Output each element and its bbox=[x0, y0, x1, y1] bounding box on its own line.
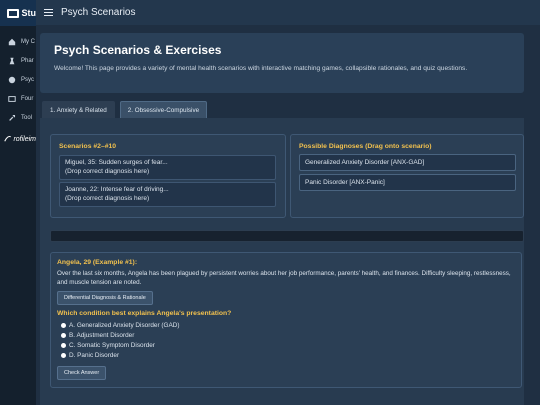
sidebar-item-my-courses[interactable]: My C bbox=[0, 32, 36, 51]
home-icon bbox=[8, 38, 16, 45]
top-bar: Psych Scenarios bbox=[36, 0, 540, 25]
header-card: Psych Scenarios & Exercises Welcome! Thi… bbox=[40, 33, 524, 93]
radio-icon[interactable] bbox=[61, 342, 66, 348]
scenario-drop-hint: (Drop correct diagnosis here) bbox=[65, 167, 150, 175]
answer-option-label: A. Generalized Anxiety Disorder (GAD) bbox=[69, 321, 180, 329]
feedback-bar bbox=[50, 230, 524, 242]
scenario-summary: Miguel, 35: Sudden surges of fear... bbox=[65, 159, 168, 166]
profile-logo[interactable]: rofileim bbox=[0, 135, 36, 143]
answer-options: A. Generalized Anxiety Disorder (GAD) B.… bbox=[61, 320, 179, 360]
diagnoses-title: Possible Diagnoses (Drag onto scenario) bbox=[299, 143, 432, 150]
rationale-button[interactable]: Differential Diagnosis & Rationale bbox=[57, 291, 153, 305]
sidebar-item-label: Four bbox=[21, 95, 34, 102]
tab-content: Scenarios #2–#10 Miguel, 35: Sudden surg… bbox=[40, 118, 524, 405]
sidebar-item-pharm[interactable]: Phar bbox=[0, 51, 36, 70]
diagnosis-card[interactable]: Panic Disorder [ANX-Panic] bbox=[299, 174, 516, 191]
answer-option-c[interactable]: C. Somatic Symptom Disorder bbox=[61, 340, 179, 350]
brand-name: Stu bbox=[21, 8, 37, 18]
example-text: Over the last six months, Angela has bee… bbox=[57, 270, 511, 286]
sidebar-item-label: Phar bbox=[21, 57, 34, 64]
sidebar-item-foundations[interactable]: Four bbox=[0, 89, 36, 108]
scenario-drop-target[interactable]: Joanne, 22: Intense fear of driving... (… bbox=[59, 182, 276, 207]
flask-icon bbox=[9, 57, 15, 64]
check-answer-button[interactable]: Check Answer bbox=[57, 366, 107, 380]
scenario-drop-hint: (Drop correct diagnosis here) bbox=[65, 194, 150, 202]
example-title: Angela, 29 (Example #1): bbox=[57, 259, 138, 266]
diagnosis-card[interactable]: Generalized Anxiety Disorder [ANX-GAD] bbox=[299, 154, 516, 171]
sidebar-header: Stu bbox=[0, 0, 36, 26]
sidebar-item-psych[interactable]: Psyc bbox=[0, 70, 36, 89]
sidebar-item-label: My C bbox=[21, 38, 35, 45]
sidebar: Stu My C Phar Psyc Four Tool rofileim bbox=[0, 0, 36, 405]
wrench-icon bbox=[9, 114, 16, 121]
question-title: Which condition best explains Angela's p… bbox=[57, 310, 232, 317]
answer-option-label: B. Adjustment Disorder bbox=[69, 331, 135, 339]
topbar-title: Psych Scenarios bbox=[61, 7, 136, 18]
example-card: Angela, 29 (Example #1): Over the last s… bbox=[50, 252, 522, 388]
scenario-drop-target[interactable]: Miguel, 35: Sudden surges of fear... (Dr… bbox=[59, 155, 276, 180]
radio-icon[interactable] bbox=[61, 352, 66, 358]
main-panel: Psych Scenarios Psych Scenarios & Exerci… bbox=[36, 0, 540, 405]
sidebar-item-label: Psyc bbox=[21, 76, 35, 83]
answer-option-b[interactable]: B. Adjustment Disorder bbox=[61, 330, 179, 340]
profile-logo-text: rofileim bbox=[13, 135, 36, 143]
brain-icon bbox=[8, 76, 16, 83]
menu-icon[interactable] bbox=[44, 9, 53, 16]
sidebar-item-tools[interactable]: Tool bbox=[0, 108, 36, 127]
page-description: Welcome! This page provides a variety of… bbox=[54, 65, 468, 72]
folder-icon bbox=[8, 95, 16, 102]
answer-option-d[interactable]: D. Panic Disorder bbox=[61, 350, 179, 360]
brand-icon bbox=[7, 8, 19, 18]
answer-option-a[interactable]: A. Generalized Anxiety Disorder (GAD) bbox=[61, 320, 179, 330]
sidebar-item-label: Tool bbox=[21, 114, 33, 121]
radio-icon[interactable] bbox=[61, 322, 66, 328]
diagnoses-panel: Possible Diagnoses (Drag onto scenario) … bbox=[290, 134, 524, 218]
swoosh-icon bbox=[4, 135, 11, 142]
answer-option-label: D. Panic Disorder bbox=[69, 351, 120, 359]
page-title: Psych Scenarios & Exercises bbox=[54, 43, 222, 57]
answer-option-label: C. Somatic Symptom Disorder bbox=[69, 341, 155, 349]
scenarios-title: Scenarios #2–#10 bbox=[59, 143, 117, 150]
sidebar-nav: My C Phar Psyc Four Tool bbox=[0, 32, 36, 127]
scenarios-panel: Scenarios #2–#10 Miguel, 35: Sudden surg… bbox=[50, 134, 286, 218]
radio-icon[interactable] bbox=[61, 332, 66, 338]
scenario-summary: Joanne, 22: Intense fear of driving... bbox=[65, 186, 169, 193]
